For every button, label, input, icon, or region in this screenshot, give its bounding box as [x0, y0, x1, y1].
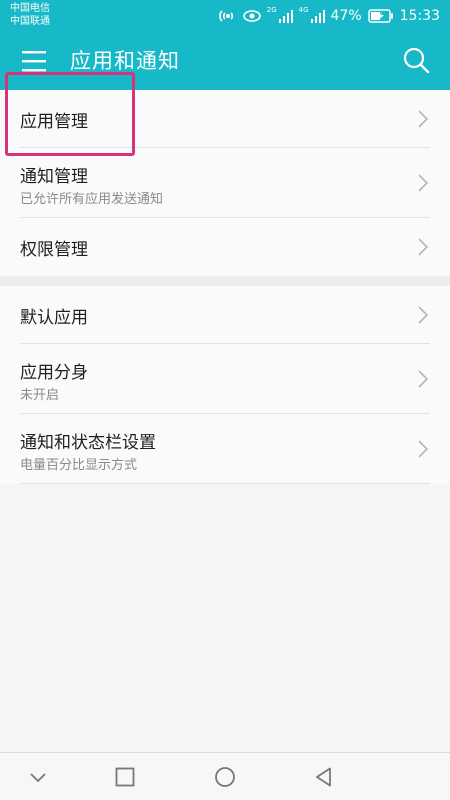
chevron-right-icon: [418, 174, 428, 192]
search-icon[interactable]: [402, 46, 430, 76]
list-item-default-apps[interactable]: 默认应用: [20, 286, 430, 344]
item-subtitle: 未开启: [20, 388, 60, 403]
home-circle-icon[interactable]: [213, 765, 237, 789]
item-title: 应用管理: [20, 112, 88, 132]
item-title: 通知和状态栏设置: [20, 433, 156, 453]
chevron-down-icon[interactable]: [26, 765, 50, 789]
network-type-2: 4G: [298, 6, 309, 14]
list-item-notification-management[interactable]: 通知管理 已允许所有应用发送通知: [20, 148, 430, 218]
chevron-right-icon: [418, 440, 428, 458]
carrier-labels: 中国电信 中国联通: [10, 2, 50, 28]
chevron-right-icon: [418, 110, 428, 128]
item-subtitle: 电量百分比显示方式: [20, 458, 138, 473]
status-bar: 中国电信 中国联通 2G 4G 47% 15:33: [0, 0, 450, 32]
list-item-app-management[interactable]: 应用管理: [20, 90, 430, 148]
chevron-right-icon: [418, 370, 428, 388]
recents-square-icon[interactable]: [113, 765, 137, 789]
group-divider: [0, 276, 450, 286]
signal-2-icon: [310, 9, 325, 23]
chevron-right-icon: [418, 238, 428, 256]
chevron-right-icon: [418, 306, 428, 324]
settings-group-1: 应用管理 通知管理 已允许所有应用发送通知 权限管理: [0, 90, 450, 276]
carrier-2: 中国联通: [10, 16, 50, 27]
settings-group-2: 默认应用 应用分身 未开启 通知和状态栏设置 电量百分比显示方式: [0, 286, 450, 484]
battery-percent: 47%: [330, 8, 362, 24]
clock: 15:33: [399, 8, 440, 24]
app-bar: 应用和通知: [0, 32, 450, 90]
carrier-1: 中国电信: [10, 3, 50, 14]
status-indicators: 2G 4G 47% 15:33: [218, 6, 440, 26]
battery-icon: [367, 9, 394, 23]
item-title: 应用分身: [20, 363, 88, 383]
item-title: 通知管理: [20, 167, 88, 187]
item-title: 默认应用: [20, 308, 88, 328]
item-subtitle: 已允许所有应用发送通知: [20, 192, 164, 207]
page-title: 应用和通知: [70, 49, 180, 73]
signal-1-icon: [278, 9, 293, 23]
navigation-bar: [0, 752, 450, 800]
hamburger-menu-icon[interactable]: [22, 49, 48, 73]
nfc-icon: [218, 8, 237, 24]
item-title: 权限管理: [20, 240, 88, 260]
list-item-permission-management[interactable]: 权限管理: [20, 218, 430, 276]
back-triangle-icon[interactable]: [312, 765, 336, 789]
list-item-notification-statusbar-settings[interactable]: 通知和状态栏设置 电量百分比显示方式: [20, 414, 430, 484]
eye-comfort-icon: [242, 9, 261, 23]
network-type-1: 2G: [266, 6, 277, 14]
list-item-app-twin[interactable]: 应用分身 未开启: [20, 344, 430, 414]
settings-list: 应用管理 通知管理 已允许所有应用发送通知 权限管理 默认应用 应用分身 未开启…: [0, 90, 450, 484]
